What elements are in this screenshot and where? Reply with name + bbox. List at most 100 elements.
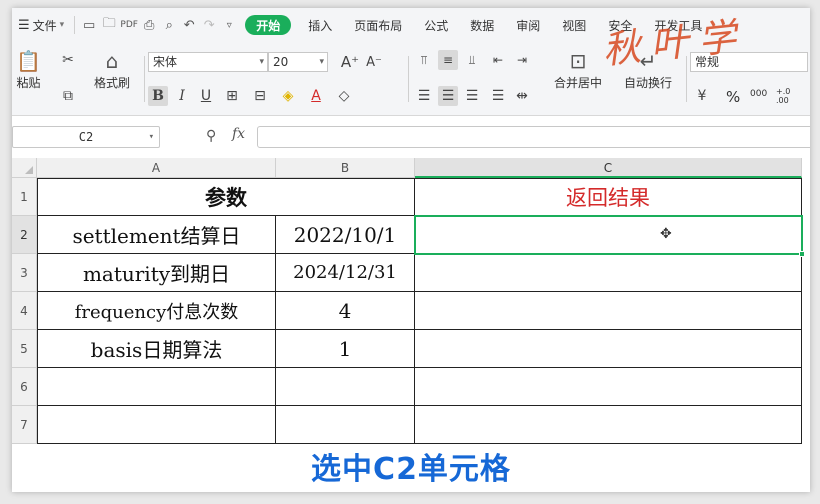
tutorial-caption: 选中C2单元格 — [311, 452, 511, 487]
divider — [74, 16, 76, 34]
decimal-increase-button[interactable]: +.0 .00 — [776, 87, 800, 105]
new-file-icon[interactable]: ▭ — [79, 15, 99, 35]
chevron-down-icon: ▾ — [319, 57, 324, 67]
font-size-select[interactable]: 20 ▾ — [268, 52, 328, 72]
column-header-c[interactable]: C — [415, 158, 802, 178]
currency-icon[interactable]: ¥ — [692, 86, 712, 106]
fill-handle[interactable] — [799, 251, 805, 257]
row-header-3[interactable]: 3 — [12, 254, 37, 292]
increase-font-icon[interactable]: A⁺ — [340, 52, 360, 72]
font-name-select[interactable]: 宋体 ▾ — [148, 52, 268, 72]
cell-c4[interactable] — [415, 292, 802, 330]
pdf-icon[interactable]: PDF — [119, 15, 139, 35]
distribute-icon[interactable]: ⇹ — [512, 86, 532, 106]
font-color-icon[interactable]: A — [306, 86, 326, 106]
cell-a6[interactable] — [37, 368, 276, 406]
align-bottom-icon[interactable]: ⫫ — [462, 50, 482, 70]
cell-cursor-icon: ✥ — [660, 226, 672, 242]
align-top-icon[interactable]: ⫪ — [414, 50, 434, 70]
cell-c7[interactable] — [415, 406, 802, 444]
select-all-corner[interactable] — [12, 158, 37, 178]
underline-icon[interactable]: U — [196, 86, 216, 106]
cell-b2[interactable]: 2022/10/1 — [276, 216, 415, 254]
paste-button[interactable]: 📋 粘贴 — [16, 48, 41, 91]
tab-review[interactable]: 审阅 — [505, 8, 551, 42]
chevron-down-icon: ▾ — [259, 57, 264, 67]
cell-c3[interactable] — [415, 254, 802, 292]
merge-icon: ⊡ — [569, 49, 587, 73]
zoom-icon[interactable]: ⚲ — [206, 128, 216, 144]
cell-a7[interactable] — [37, 406, 276, 444]
thousands-button[interactable]: 000 — [750, 89, 767, 99]
indent-decrease-icon[interactable]: ⇤ — [488, 50, 508, 70]
row-header-4[interactable]: 4 — [12, 292, 37, 330]
column-header-a[interactable]: A — [37, 158, 276, 178]
cut-icon[interactable]: ✂ — [58, 50, 78, 70]
fx-icon[interactable]: fx — [232, 126, 245, 142]
align-center-icon[interactable]: ☰ — [438, 86, 458, 106]
tab-page-layout[interactable]: 页面布局 — [343, 8, 413, 42]
clear-icon[interactable]: ◇ — [334, 86, 354, 106]
formula-input[interactable] — [257, 126, 810, 148]
formula-bar: C2 ▾ ⚲ fx — [12, 120, 810, 154]
align-middle-icon[interactable]: ≡ — [438, 50, 458, 70]
column-header-b[interactable]: B — [276, 158, 415, 178]
copy-icon[interactable]: ⧉ — [58, 86, 78, 106]
font-name-value: 宋体 — [153, 55, 178, 69]
align-left-icon[interactable]: ☰ — [414, 86, 434, 106]
tab-insert[interactable]: 插入 — [297, 8, 343, 42]
row-header-7[interactable]: 7 — [12, 406, 37, 444]
cell-c5[interactable] — [415, 330, 802, 368]
cell-a3[interactable]: maturity到期日 — [37, 254, 276, 292]
font-size-value: 20 — [273, 55, 289, 69]
screenshot-frame: ☰ 文件 ▾ ▭ 🗀 PDF ⎙ ⌕ ↶ ↷ ▿ 开始 插入 页面布局 公式 数… — [0, 0, 820, 504]
redo-icon[interactable]: ↷ — [199, 15, 219, 35]
cell-b6[interactable] — [276, 368, 415, 406]
format-painter-button[interactable]: ⌂ 格式刷 — [94, 48, 130, 91]
cell-a5[interactable]: basis日期算法 — [37, 330, 276, 368]
name-box[interactable]: C2 ▾ — [12, 126, 160, 148]
percent-button[interactable]: % — [726, 88, 740, 106]
tab-formulas[interactable]: 公式 — [413, 8, 459, 42]
decrease-font-icon[interactable]: A⁻ — [364, 52, 384, 72]
spreadsheet-grid: A B C 1 2 3 4 5 6 7 参数 返回结果 settlement结算… — [12, 158, 810, 492]
file-menu[interactable]: ☰ 文件 ▾ — [12, 8, 70, 42]
cell-c6[interactable] — [415, 368, 802, 406]
row-header-1[interactable]: 1 — [12, 178, 37, 216]
cell-b5[interactable]: 1 — [276, 330, 415, 368]
cell-c1[interactable]: 返回结果 — [415, 178, 802, 216]
row-header-5[interactable]: 5 — [12, 330, 37, 368]
cell-b3[interactable]: 2024/12/31 — [276, 254, 415, 292]
justify-icon[interactable]: ☰ — [488, 86, 508, 106]
format-painter-icon: ⌂ — [105, 49, 119, 73]
spreadsheet-window: ☰ 文件 ▾ ▭ 🗀 PDF ⎙ ⌕ ↶ ↷ ▿ 开始 插入 页面布局 公式 数… — [12, 8, 810, 492]
border-icon[interactable]: ⊞ — [222, 86, 242, 106]
bold-icon[interactable]: B — [148, 86, 168, 106]
merge-center-button[interactable]: ⊡ 合并居中 — [554, 48, 602, 91]
align-right-icon[interactable]: ☰ — [462, 86, 482, 106]
cell-a4[interactable]: frequency付息次数 — [37, 292, 276, 330]
row-header-2[interactable]: 2 — [12, 216, 37, 254]
chevron-down-icon: ▾ — [59, 20, 65, 30]
tab-data[interactable]: 数据 — [459, 8, 505, 42]
italic-icon[interactable]: I — [172, 86, 192, 106]
print-icon[interactable]: ⎙ — [139, 15, 159, 35]
tab-home[interactable]: 开始 — [245, 15, 292, 35]
indent-increase-icon[interactable]: ⇥ — [512, 50, 532, 70]
open-icon[interactable]: 🗀 — [99, 15, 119, 35]
fill-color-icon[interactable]: ◈ — [278, 86, 298, 106]
file-menu-label: 文件 — [32, 18, 57, 33]
wrap-text-label: 自动换行 — [624, 76, 673, 90]
undo-icon[interactable]: ↶ — [179, 15, 199, 35]
cell-c2[interactable] — [415, 216, 802, 254]
cell-a2[interactable]: settlement结算日 — [37, 216, 276, 254]
conditional-icon[interactable]: ⊟ — [250, 86, 270, 106]
paste-icon: 📋 — [16, 49, 41, 73]
tab-view[interactable]: 视图 — [551, 8, 597, 42]
cell-a1-b1-merged[interactable]: 参数 — [37, 178, 415, 216]
cell-b7[interactable] — [276, 406, 415, 444]
row-header-6[interactable]: 6 — [12, 368, 37, 406]
print-preview-icon[interactable]: ⌕ — [159, 15, 179, 35]
cell-b4[interactable]: 4 — [276, 292, 415, 330]
more-icon[interactable]: ▿ — [219, 15, 239, 35]
